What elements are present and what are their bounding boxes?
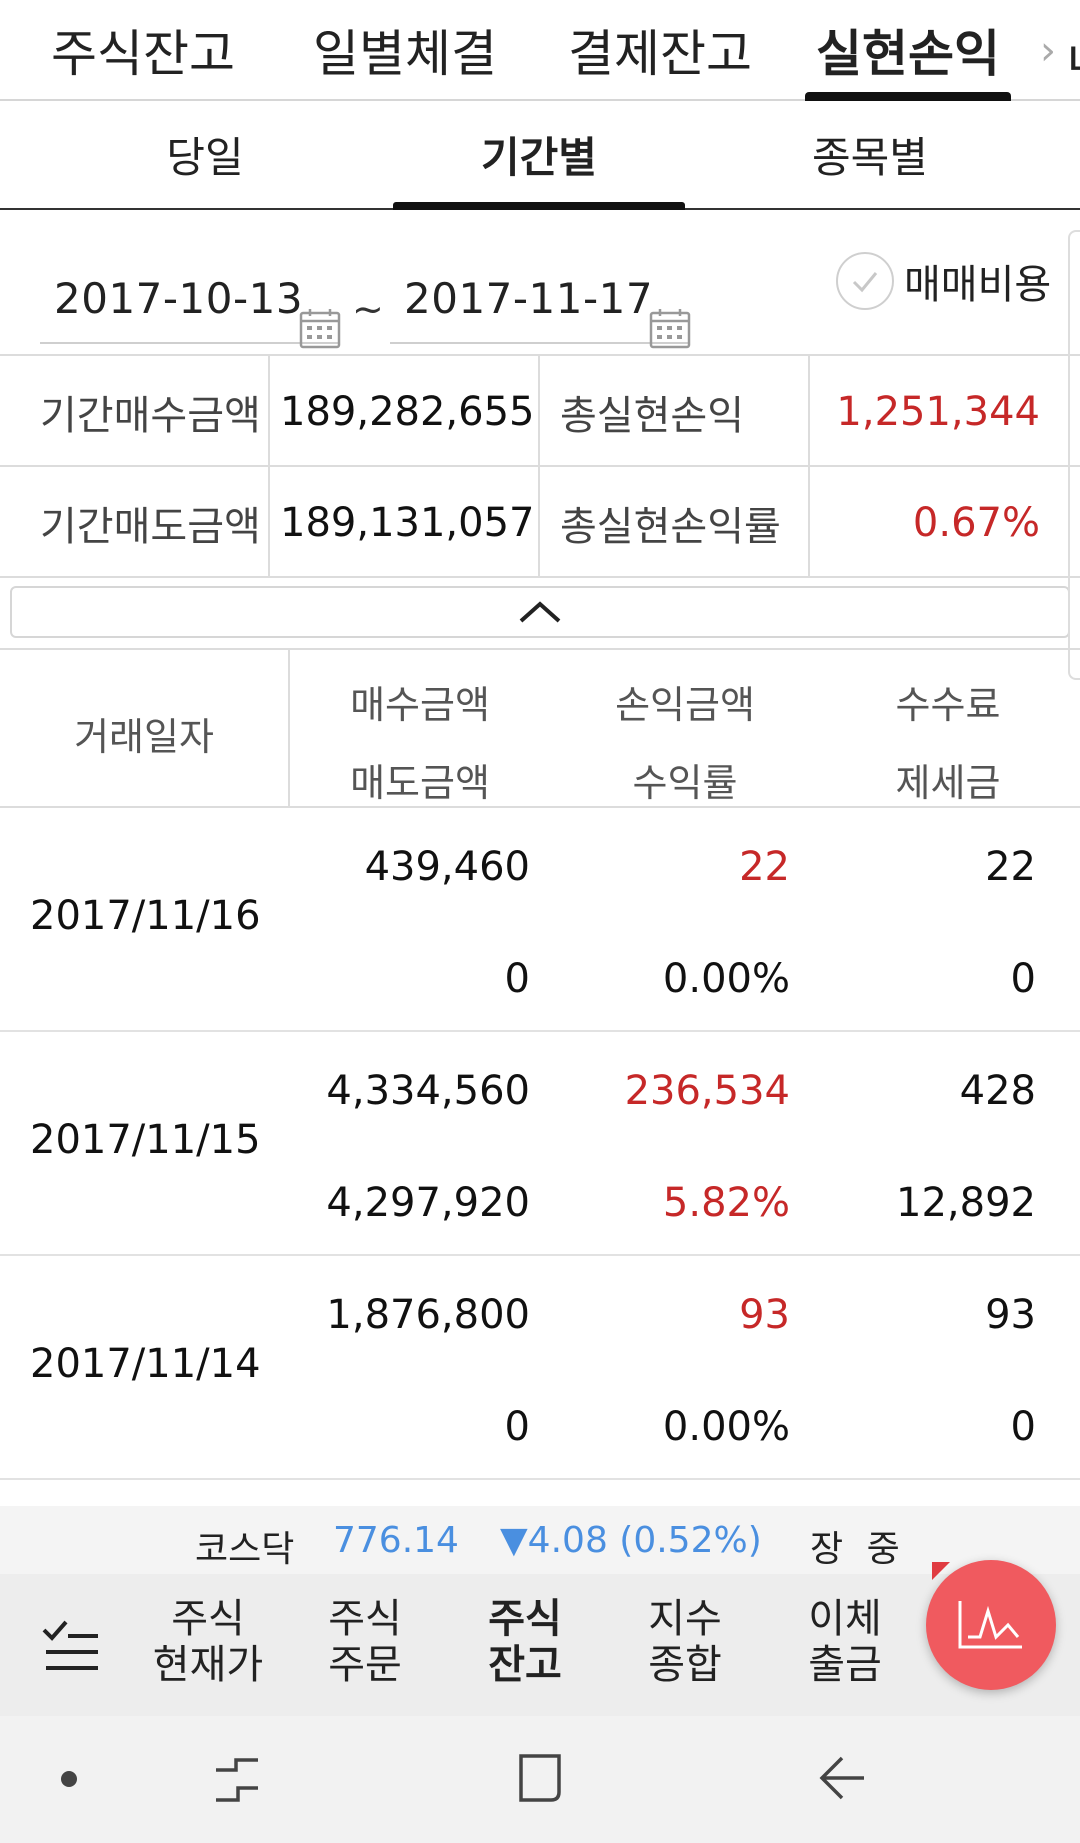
end-date-value: 2017-11-17 xyxy=(404,273,654,323)
tab-by-stock[interactable]: 종목별 xyxy=(775,101,965,208)
row-buy-amount: 439,460 xyxy=(364,844,530,890)
chevron-up-icon xyxy=(519,601,561,623)
recent-apps-icon[interactable] xyxy=(212,1756,262,1804)
row-date: 2017/11/16 xyxy=(30,893,261,939)
total-pl-value: 1,251,344 xyxy=(836,388,1040,435)
fee-checkbox-label: 매매비용 xyxy=(904,262,1052,308)
index-value: 776.14 xyxy=(333,1520,459,1561)
row-fee: 93 xyxy=(985,1292,1036,1338)
period-buy-value: 189,282,655 xyxy=(280,388,535,435)
col-tax: 제세금 xyxy=(895,761,1001,805)
end-date-field[interactable]: 2017-11-17 xyxy=(390,254,691,349)
total-pl-rate-label: 총실현손익률 xyxy=(560,503,781,550)
nav-stock-order[interactable]: 주식 주문 xyxy=(310,1596,420,1688)
nav-stock-balance[interactable]: 주식 잔고 xyxy=(470,1596,580,1688)
col-buy-amount: 매수금액 xyxy=(350,683,490,727)
period-sell-value: 189,131,057 xyxy=(280,499,535,546)
row-sell-amount: 0 xyxy=(504,956,530,1002)
row-return-rate: 5.82% xyxy=(662,1180,790,1226)
col-pl-amount: 손익금액 xyxy=(615,683,755,727)
home-icon[interactable] xyxy=(515,1752,565,1804)
row-tax: 12,892 xyxy=(896,1180,1036,1226)
collapse-summary-button[interactable] xyxy=(10,586,1070,638)
date-separator: ~ xyxy=(352,287,384,331)
divider xyxy=(268,354,270,578)
nav-stock-price[interactable]: 주식 현재가 xyxy=(148,1596,268,1688)
row-sell-amount: 4,297,920 xyxy=(326,1180,530,1226)
trade-list: 2017/11/16 439,460 0 22 0.00% 22 0 2017/… xyxy=(0,808,1080,1480)
row-sell-amount: 0 xyxy=(504,1404,530,1450)
top-tab-bar: 주식잔고 일별체결 결제잔고 실현손익 › ㄴ xyxy=(0,0,1080,101)
divider xyxy=(538,354,540,578)
tab-next-partial[interactable]: ㄴ xyxy=(1062,20,1080,92)
divider xyxy=(808,354,810,578)
chart-line-icon xyxy=(958,1601,1022,1649)
tab-stock-balance[interactable]: 주식잔고 xyxy=(51,0,235,99)
row-pl-amount: 93 xyxy=(739,1292,790,1338)
fab-corner xyxy=(932,1562,950,1580)
row-date: 2017/11/15 xyxy=(30,1117,261,1163)
row-tax: 0 xyxy=(1010,1404,1036,1450)
row-date: 2017/11/14 xyxy=(30,1341,261,1387)
checkmark-icon[interactable] xyxy=(836,252,894,310)
col-fee: 수수료 xyxy=(895,683,1001,727)
index-name: 코스닥 xyxy=(195,1529,295,1570)
table-row[interactable]: 2017/11/15 4,334,560 4,297,920 236,534 5… xyxy=(0,1032,1080,1256)
total-pl-label: 총실현손익 xyxy=(560,392,744,439)
tab-realized-pl[interactable]: 실현손익 xyxy=(805,0,1011,101)
row-return-rate: 0.00% xyxy=(662,1404,790,1450)
tab-today[interactable]: 당일 xyxy=(110,101,300,208)
date-range-row: 2017-10-13 ~ 2017-11-17 매매비용 xyxy=(0,212,1080,354)
calendar-icon[interactable] xyxy=(648,306,692,350)
table-header: 거래일자 매수금액 매도금액 손익금액 수익률 수수료 제세금 xyxy=(0,648,1080,808)
chevron-right-icon[interactable]: › xyxy=(1040,28,1056,74)
back-icon[interactable] xyxy=(818,1754,868,1802)
divider xyxy=(288,648,290,808)
index-ticker[interactable]: 코스닥 776.14 ▼4.08 (0.52%) 장 중 xyxy=(0,1506,1080,1574)
tab-by-period[interactable]: 기간별 xyxy=(393,101,685,210)
market-status: 장 중 xyxy=(810,1529,906,1570)
menu-icon[interactable] xyxy=(38,1610,102,1676)
col-trade-date: 거래일자 xyxy=(74,715,214,759)
tab-settlement-balance[interactable]: 결제잔고 xyxy=(565,0,755,99)
period-sell-label: 기간매도금액 xyxy=(40,503,261,550)
start-date-field[interactable]: 2017-10-13 xyxy=(40,254,341,349)
dot-icon[interactable] xyxy=(58,1768,80,1790)
start-date-value: 2017-10-13 xyxy=(54,273,304,323)
total-pl-rate-value: 0.67% xyxy=(912,499,1040,546)
nav-transfer[interactable]: 이체 출금 xyxy=(790,1596,900,1688)
row-pl-amount: 22 xyxy=(739,844,790,890)
row-pl-amount: 236,534 xyxy=(624,1068,790,1114)
col-return-rate: 수익률 xyxy=(632,761,738,805)
row-fee: 22 xyxy=(985,844,1036,890)
table-row[interactable]: 2017/11/14 1,876,800 0 93 0.00% 93 0 xyxy=(0,1256,1080,1480)
period-buy-label: 기간매수금액 xyxy=(40,392,261,439)
calendar-icon[interactable] xyxy=(298,306,342,350)
index-change: ▼4.08 (0.52%) xyxy=(500,1520,762,1561)
row-buy-amount: 4,334,560 xyxy=(326,1068,530,1114)
nav-index-overview[interactable]: 지수 종합 xyxy=(630,1596,740,1688)
table-row[interactable]: 2017/11/16 439,460 0 22 0.00% 22 0 xyxy=(0,808,1080,1032)
row-tax: 0 xyxy=(1010,956,1036,1002)
col-sell-amount: 매도금액 xyxy=(350,761,490,805)
row-fee: 428 xyxy=(959,1068,1036,1114)
tab-daily-executions[interactable]: 일별체결 xyxy=(313,0,497,99)
row-buy-amount: 1,876,800 xyxy=(326,1292,530,1338)
row-return-rate: 0.00% xyxy=(662,956,790,1002)
bottom-nav: 주식 현재가 주식 주문 주식 잔고 지수 종합 이체 출금 xyxy=(0,1574,1080,1716)
summary-table: 기간매수금액 189,282,655 총실현손익 1,251,344 기간매도금… xyxy=(0,354,1080,578)
sub-tab-bar: 당일 기간별 종목별 xyxy=(0,101,1080,210)
fee-checkbox[interactable]: 매매비용 xyxy=(836,252,1051,310)
system-nav-bar xyxy=(0,1716,1080,1843)
scroll-handle[interactable] xyxy=(1068,230,1080,680)
